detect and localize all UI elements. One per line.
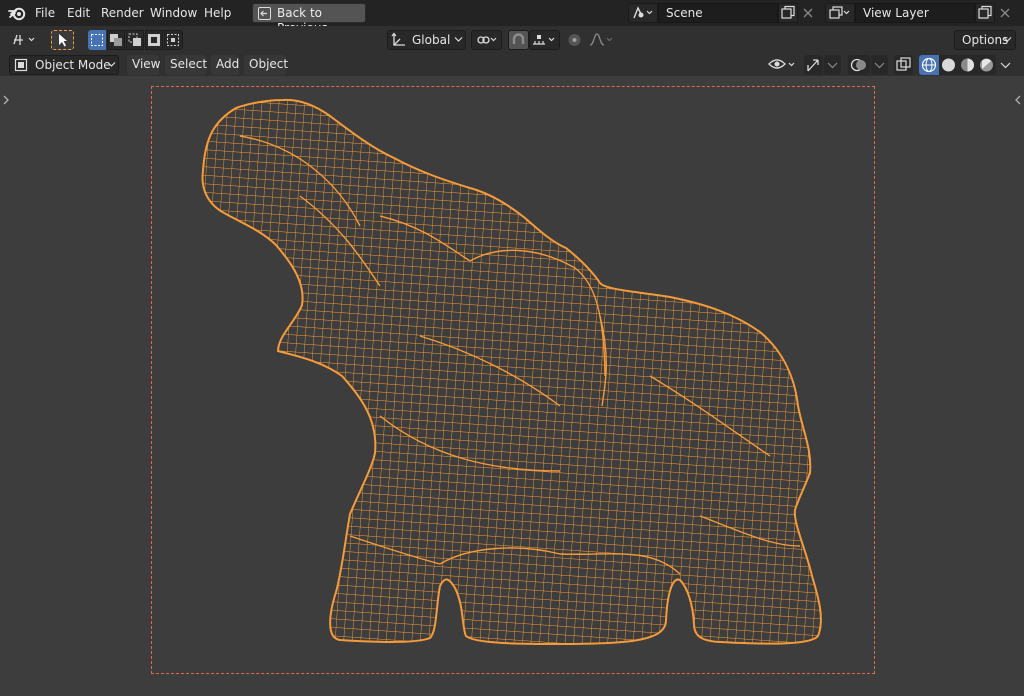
- view-layer-name: View Layer: [863, 6, 929, 20]
- select-tool-button[interactable]: [51, 30, 74, 50]
- pivot-point-icon: [477, 36, 497, 44]
- cursor-icon: [59, 34, 67, 47]
- overlays-icon: [850, 58, 866, 72]
- eye-icon: [768, 59, 795, 69]
- chevron-down-icon: [827, 62, 838, 69]
- view-layer-name-field[interactable]: View Layer: [855, 3, 975, 23]
- editor-type-icon: [13, 34, 35, 45]
- overlays-dropdown[interactable]: [871, 55, 888, 75]
- menu-object-label: Object: [249, 57, 289, 71]
- viewport-header: Object Mode View Select Add Object: [0, 54, 1024, 76]
- menu-object[interactable]: Object: [244, 55, 289, 75]
- back-to-previous-button[interactable]: Back to Previous: [252, 3, 366, 35]
- 3d-viewport[interactable]: [0, 76, 1024, 696]
- menu-window[interactable]: Window: [150, 5, 197, 21]
- interaction-mode-dropdown[interactable]: Object Mode: [9, 55, 119, 75]
- menu-select-label: Select: [170, 57, 208, 71]
- snap-target-dropdown[interactable]: [529, 30, 560, 50]
- xray-toggle[interactable]: [894, 55, 913, 75]
- close-icon: [1000, 8, 1010, 18]
- chevron-down-icon: [1003, 37, 1012, 42]
- gizmo-dropdown[interactable]: [824, 55, 841, 75]
- shading-material-button[interactable]: [958, 55, 977, 75]
- menu-render[interactable]: Render: [101, 5, 144, 21]
- orientation-axes-icon: [391, 32, 405, 46]
- delete-scene-button[interactable]: [799, 4, 817, 22]
- view-layer-icon: [829, 6, 850, 19]
- chevron-down-icon: [874, 62, 885, 69]
- scene-selector-button[interactable]: [628, 3, 658, 23]
- selection-mode-subtract-button[interactable]: [126, 30, 144, 50]
- menu-view[interactable]: View: [127, 55, 161, 75]
- options-dropdown[interactable]: Options: [954, 30, 1016, 50]
- scene-icon: [633, 6, 653, 19]
- blender-logo-icon[interactable]: [8, 5, 26, 21]
- gizmo-icon: [807, 59, 819, 72]
- solid-sphere-icon: [942, 58, 955, 72]
- overlays-toggle[interactable]: [848, 55, 870, 75]
- duplicate-icon: [781, 5, 795, 19]
- back-arrow-icon: [258, 7, 271, 20]
- magnet-icon: [512, 33, 525, 44]
- chevron-down-icon: [1000, 62, 1011, 69]
- shading-solid-button[interactable]: [939, 55, 958, 75]
- menu-select[interactable]: Select: [165, 55, 208, 75]
- selection-mode-intersect-button[interactable]: [164, 30, 183, 50]
- menu-file[interactable]: File: [35, 5, 55, 21]
- top-bar: File Edit Render Window Help Back to Pre…: [0, 0, 1024, 35]
- proportional-editing-toggle[interactable]: [565, 30, 584, 50]
- select-intersect-icon: [167, 34, 179, 46]
- transform-orientation-value: Global: [412, 33, 451, 47]
- tool-settings-bar: Global Options: [0, 26, 1024, 54]
- transform-orientation-dropdown[interactable]: Global: [387, 30, 466, 50]
- shading-options-dropdown[interactable]: [997, 55, 1014, 75]
- interaction-mode-value: Object Mode: [35, 58, 111, 72]
- menu-add[interactable]: Add: [211, 55, 239, 75]
- xray-icon: [896, 57, 911, 71]
- chevron-down-icon: [107, 62, 116, 67]
- selection-mode-invert-button[interactable]: [145, 30, 163, 50]
- select-new-icon: [91, 34, 103, 46]
- scene-name: Scene: [666, 6, 703, 20]
- close-icon: [803, 8, 813, 18]
- menu-add-label: Add: [216, 57, 240, 71]
- select-extend-icon: [110, 34, 122, 46]
- proportional-falloff-dropdown[interactable]: [586, 30, 617, 50]
- selection-mode-extend-button[interactable]: [107, 30, 125, 50]
- select-invert-icon: [148, 34, 160, 46]
- duplicate-icon: [978, 5, 992, 19]
- object-mode-icon: [14, 58, 28, 72]
- rendered-sphere-icon: [980, 58, 993, 72]
- editor-type-button[interactable]: [8, 30, 40, 50]
- shading-rendered-button[interactable]: [977, 55, 996, 75]
- elephant-wireframe-mesh[interactable]: [0, 76, 1024, 696]
- options-label: Options: [962, 33, 1009, 47]
- shading-wireframe-button[interactable]: [919, 55, 939, 75]
- gizmo-toggle[interactable]: [804, 55, 823, 75]
- menu-edit[interactable]: Edit: [67, 5, 90, 21]
- delete-view-layer-button[interactable]: [996, 4, 1014, 22]
- snap-toggle-button[interactable]: [508, 30, 529, 50]
- selection-mode-new-button[interactable]: [88, 30, 106, 50]
- view-layer-selector-button[interactable]: [825, 3, 855, 23]
- scene-name-field[interactable]: Scene: [658, 3, 778, 23]
- snap-increment-icon: [533, 35, 555, 45]
- material-sphere-icon: [961, 58, 974, 72]
- new-scene-button[interactable]: [778, 3, 798, 23]
- proportional-editing-icon: [568, 34, 581, 46]
- chevron-down-icon: [454, 37, 463, 42]
- wireframe-sphere-icon: [921, 57, 937, 73]
- pivot-point-dropdown[interactable]: [471, 30, 502, 50]
- falloff-curve-icon: [589, 33, 613, 46]
- select-subtract-icon: [128, 33, 141, 46]
- menu-view-label: View: [132, 57, 161, 71]
- visibility-dropdown[interactable]: [767, 55, 800, 75]
- menu-help[interactable]: Help: [204, 5, 231, 21]
- new-view-layer-button[interactable]: [975, 3, 995, 23]
